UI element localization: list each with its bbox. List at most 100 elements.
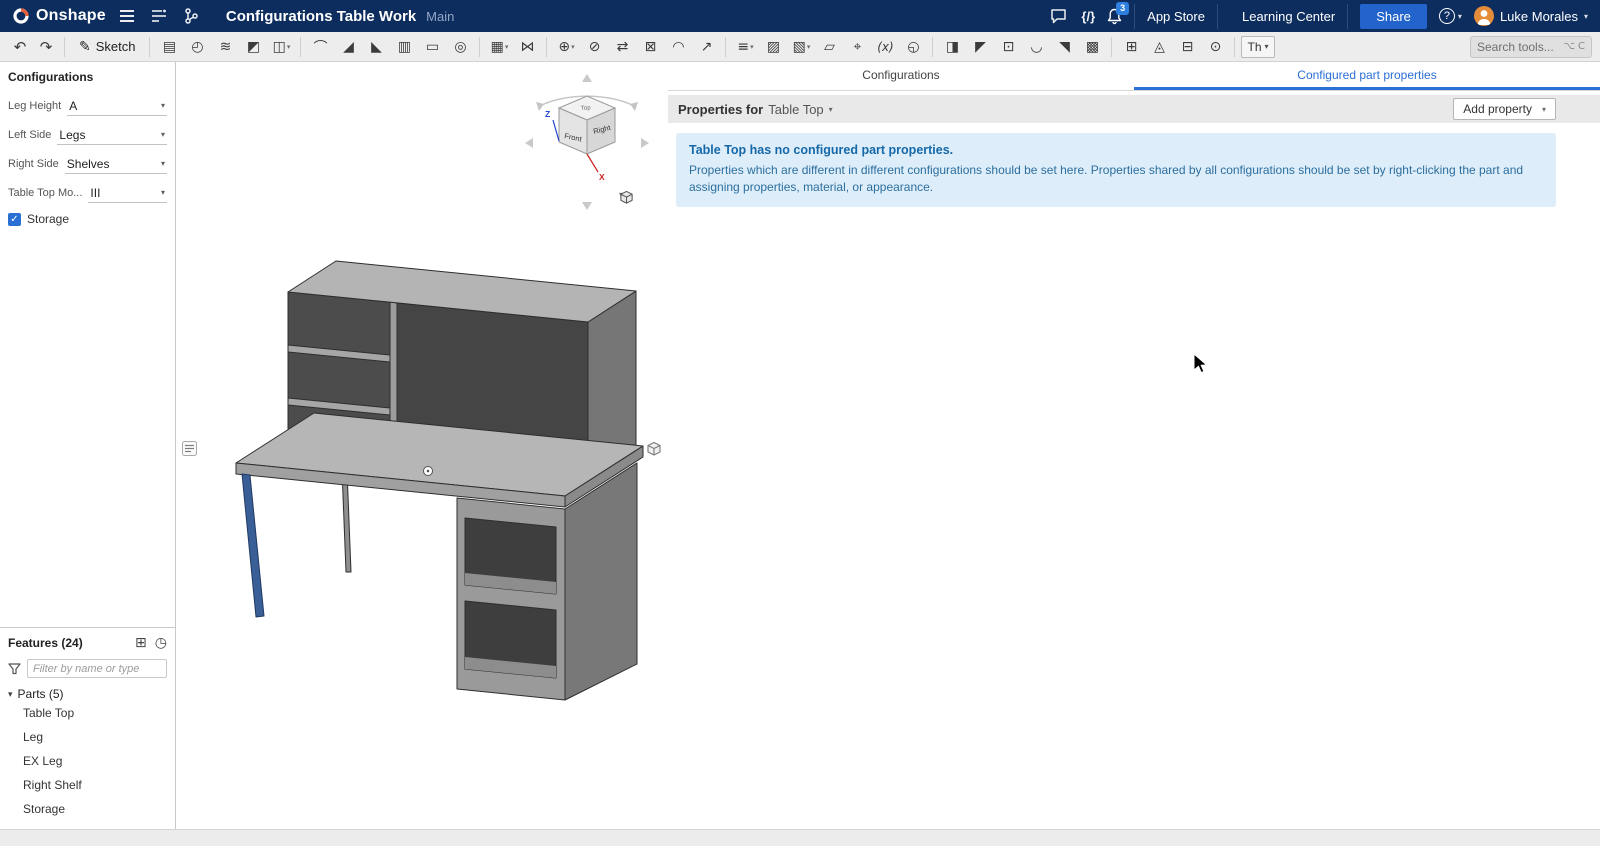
- flange-icon[interactable]: ◤: [967, 35, 993, 59]
- selected-part-name[interactable]: Table Top: [768, 102, 823, 117]
- view-rotate-right-arrow[interactable]: [641, 138, 649, 148]
- frame-icon[interactable]: ⊞: [1118, 35, 1144, 59]
- search-tools-input[interactable]: Search tools... ⌥ C: [1470, 36, 1592, 58]
- checkbox-checked-icon[interactable]: ✓: [8, 213, 21, 226]
- delete-part-icon[interactable]: ⊠: [637, 35, 663, 59]
- comments-icon[interactable]: [1047, 5, 1069, 27]
- variable-icon[interactable]: (x): [872, 35, 898, 59]
- featurescript-icon[interactable]: {/}: [1081, 9, 1095, 24]
- sketch-button[interactable]: ✎ Sketch: [71, 35, 143, 59]
- fill-surface-icon[interactable]: ▨: [760, 35, 786, 59]
- features-flyout-button[interactable]: [182, 441, 199, 458]
- filter-funnel-icon[interactable]: [8, 663, 21, 675]
- help-menu-button[interactable]: ? ▾: [1439, 8, 1462, 24]
- sweep-icon[interactable]: ≋: [212, 35, 238, 59]
- mate-connector-icon[interactable]: ⌖: [844, 35, 870, 59]
- storage-checkbox-row[interactable]: ✓ Storage: [8, 212, 167, 226]
- boolean-icon[interactable]: ⊕▾: [553, 35, 579, 59]
- rollback-history-icon[interactable]: ◷: [155, 635, 167, 651]
- hole-icon[interactable]: ◎: [447, 35, 473, 59]
- left-side-select[interactable]: Legs ▾: [57, 125, 167, 145]
- help-icon: ?: [1439, 8, 1455, 24]
- redo-icon[interactable]: ↷: [34, 35, 58, 59]
- thicken-icon[interactable]: ◫▾: [268, 35, 294, 59]
- draft-icon[interactable]: ◣: [363, 35, 389, 59]
- learning-center-link[interactable]: Learning Center: [1230, 4, 1348, 29]
- info-message-box: Table Top has no configured part propert…: [676, 133, 1556, 207]
- view-options-button[interactable]: ▾: [619, 190, 623, 199]
- parts-tree-node[interactable]: ▾ Parts (5): [8, 687, 167, 701]
- tab-icon[interactable]: ⊡: [995, 35, 1021, 59]
- view-rotate-left-arrow[interactable]: [525, 138, 533, 148]
- share-button[interactable]: Share: [1360, 4, 1427, 29]
- parts-flyout-button[interactable]: [646, 441, 663, 458]
- split-icon[interactable]: ⊘: [581, 35, 607, 59]
- document-title: Configurations Table Work: [226, 8, 416, 25]
- main-menu-icon[interactable]: [116, 5, 138, 27]
- viewport-canvas[interactable]: Top Front Right Z X: [176, 62, 667, 829]
- move-face-icon[interactable]: ↗: [693, 35, 719, 59]
- table-top-model-select[interactable]: III ▾: [88, 183, 167, 203]
- view-roll-right-arrowhead: [630, 102, 638, 111]
- config-row: Table Top Mo... III ▾: [8, 183, 167, 203]
- workspace-name[interactable]: Main: [426, 9, 454, 24]
- shell-icon[interactable]: ▭: [419, 35, 445, 59]
- app-store-link[interactable]: App Store: [1134, 4, 1218, 29]
- corner-icon[interactable]: ◥: [1051, 35, 1077, 59]
- feature-toolbar: ↶ ↷ ✎ Sketch ▤ ◴ ≋ ◩ ◫▾ ⌒ ◢ ◣ ▥ ▭ ◎ ▦▾ ⋈…: [0, 32, 1600, 62]
- tab-configured-part-properties[interactable]: Configured part properties: [1134, 62, 1600, 90]
- avatar: [1474, 6, 1494, 26]
- tree-item-storage[interactable]: Storage: [8, 797, 167, 821]
- desk-front-leg-selected[interactable]: [242, 474, 264, 617]
- view-rotate-down-arrow[interactable]: [582, 202, 592, 210]
- tree-item-table-top[interactable]: Table Top: [8, 701, 167, 725]
- versions-icon[interactable]: [180, 5, 202, 27]
- new-folder-icon[interactable]: ⊞: [135, 635, 147, 651]
- info-message-title: Table Top has no configured part propert…: [689, 143, 1543, 157]
- undo-icon[interactable]: ↶: [8, 35, 32, 59]
- transform-icon[interactable]: ⇄: [609, 35, 635, 59]
- add-property-button[interactable]: Add property ▾: [1453, 98, 1556, 120]
- feature-filter-input[interactable]: [27, 659, 167, 678]
- linear-pattern-icon[interactable]: ▦▾: [486, 35, 512, 59]
- extrude-icon[interactable]: ▤: [156, 35, 182, 59]
- chamfer-icon[interactable]: ◢: [335, 35, 361, 59]
- desk-model[interactable]: [236, 261, 643, 700]
- document-panel-icon[interactable]: [148, 5, 170, 27]
- custom-feature-th-button[interactable]: Th ▾: [1241, 36, 1274, 58]
- toolbar-separator: [1111, 37, 1112, 57]
- loft-icon[interactable]: ◩: [240, 35, 266, 59]
- helix-icon[interactable]: ◵: [900, 35, 926, 59]
- leg-height-select[interactable]: A ▾: [67, 96, 167, 116]
- notifications-button[interactable]: 3: [1107, 8, 1122, 25]
- trim-frame-icon[interactable]: ⊟: [1174, 35, 1200, 59]
- fillet-icon[interactable]: ⌒: [307, 35, 333, 59]
- tree-item-ex-leg[interactable]: EX Leg: [8, 749, 167, 773]
- tree-item-leg[interactable]: Leg: [8, 725, 167, 749]
- gusset-icon[interactable]: ◬: [1146, 35, 1172, 59]
- top-bar: Onshape Configurations Table Work Main {…: [0, 0, 1600, 32]
- rib-icon[interactable]: ▥: [391, 35, 417, 59]
- model-viewport[interactable]: Top Front Right Z X: [176, 62, 668, 829]
- sheet-metal-icon[interactable]: ◨: [939, 35, 965, 59]
- offset-surface-icon[interactable]: ≡▾: [732, 35, 758, 59]
- mirror-icon[interactable]: ⋈: [514, 35, 540, 59]
- right-side-select[interactable]: Shelves ▾: [65, 154, 167, 174]
- features-tree: ▾ Parts (5) Table Top Leg EX Leg Right S…: [8, 687, 167, 821]
- surface-tools-icon[interactable]: ▧▾: [788, 35, 814, 59]
- view-rotate-up-arrow[interactable]: [582, 74, 592, 82]
- origin-indicator[interactable]: [424, 467, 433, 476]
- tab-configurations[interactable]: Configurations: [668, 62, 1134, 90]
- bend-icon[interactable]: ◡: [1023, 35, 1049, 59]
- revolve-icon[interactable]: ◴: [184, 35, 210, 59]
- pencil-icon: ✎: [79, 39, 91, 55]
- finish-sheet-metal-icon[interactable]: ▩: [1079, 35, 1105, 59]
- z-axis-line: [553, 120, 559, 141]
- plane-icon[interactable]: ▱: [816, 35, 842, 59]
- modify-fillet-icon[interactable]: ◠: [665, 35, 691, 59]
- onshape-logo[interactable]: Onshape: [12, 7, 106, 25]
- tree-item-right-shelf[interactable]: Right Shelf: [8, 773, 167, 797]
- user-menu-button[interactable]: Luke Morales ▾: [1474, 6, 1588, 26]
- chevron-down-icon[interactable]: ▾: [829, 105, 833, 114]
- measure-icon[interactable]: ⊙: [1202, 35, 1228, 59]
